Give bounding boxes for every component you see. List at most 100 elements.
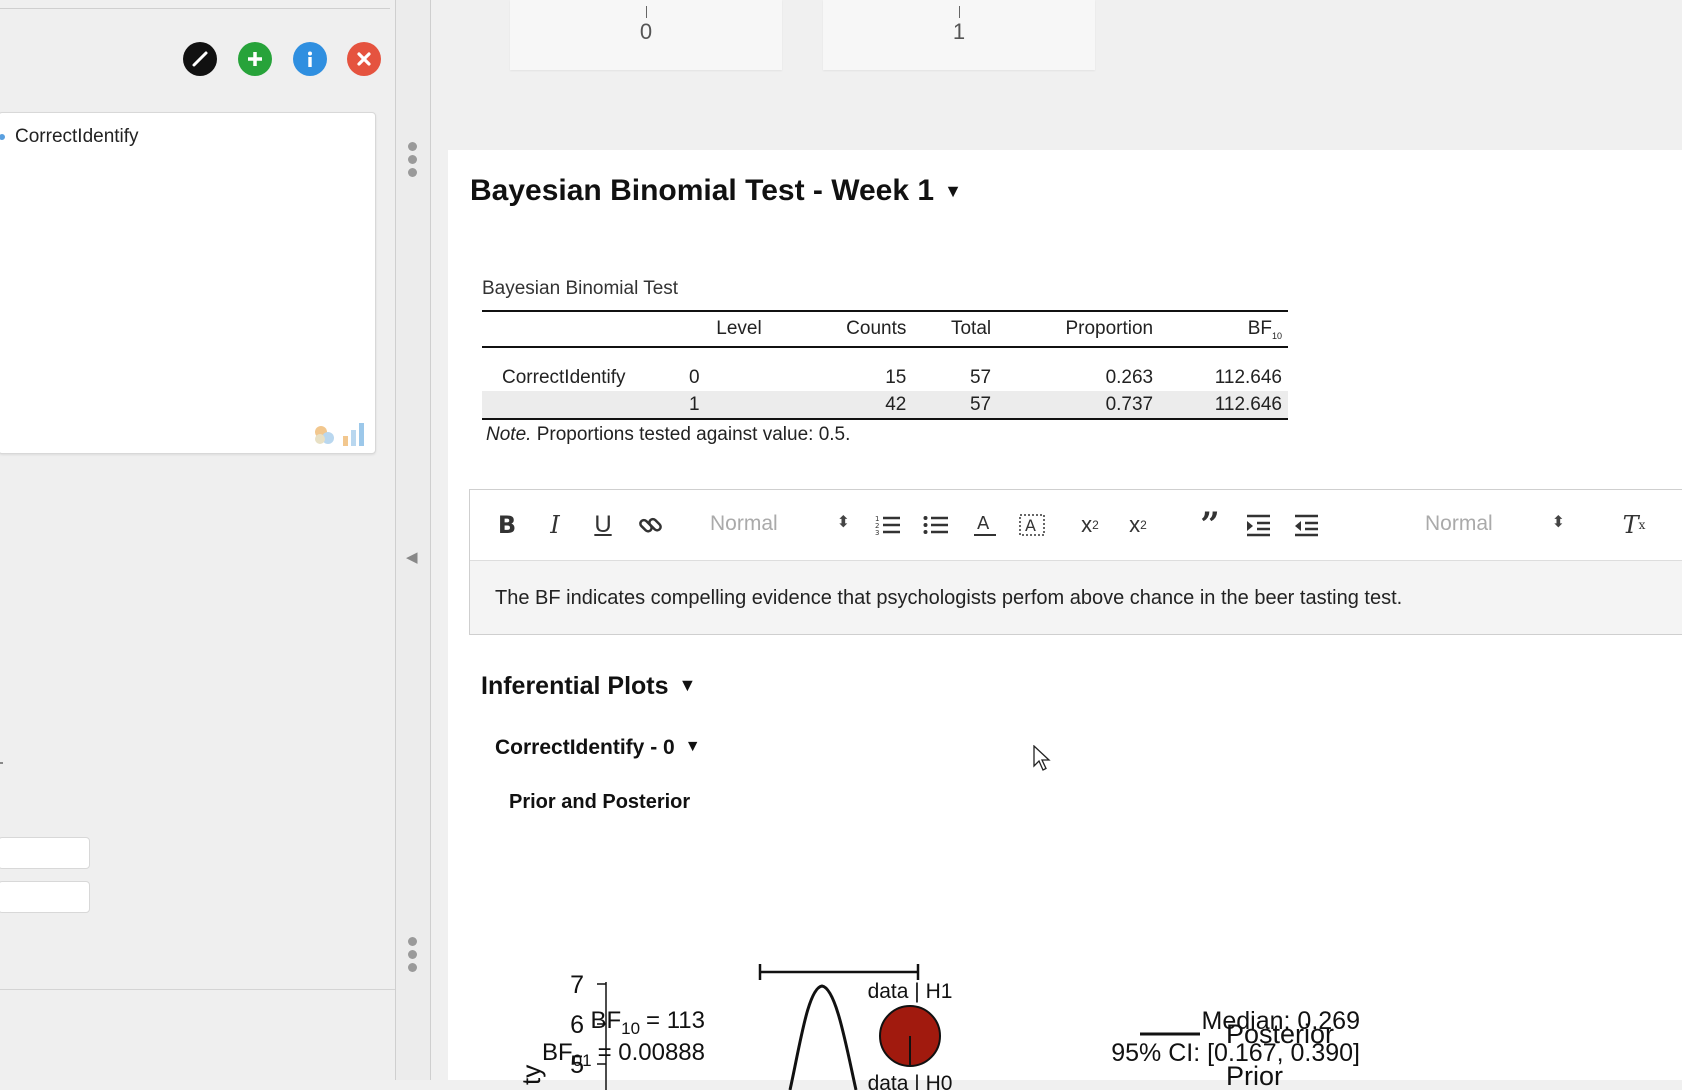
legend-prior-label: Prior — [1226, 1061, 1283, 1090]
subsection-title[interactable]: CorrectIdentify - 0 ▼ — [495, 736, 701, 760]
pencil-icon — [192, 51, 208, 67]
table-note: Note. Proportions tested against value: … — [482, 424, 1288, 446]
density-plot: 7 6 5 ty Posterior Prior — [516, 964, 1334, 1090]
superscript-icon[interactable]: x2 — [1118, 510, 1158, 540]
note-label: Note. — [486, 424, 532, 445]
y-axis-label: ty — [516, 1065, 546, 1085]
edit-button[interactable] — [183, 42, 217, 76]
results-area: 0 1 Bayesian Binomial Test - Week 1 ▼ Bay… — [431, 0, 1682, 1090]
column-header: Counts — [795, 310, 913, 348]
y-tick-label: 7 — [570, 971, 584, 999]
axis-tick-label: 1 — [952, 19, 966, 44]
table-cell: 15 — [885, 366, 907, 388]
font-size-select[interactable]: Normal ⬍ — [1425, 512, 1565, 538]
paragraph-style-select[interactable]: Normal ⬍ — [710, 512, 850, 538]
nominal-icon — [315, 426, 334, 444]
bf-label: BF — [1247, 317, 1272, 339]
divider — [0, 8, 390, 9]
panel-splitter[interactable]: ◀ — [395, 0, 431, 1080]
posterior-curve — [788, 984, 858, 1090]
table-cell: 0.737 — [997, 391, 1160, 420]
allowed-types — [313, 421, 367, 447]
select-arrows-icon: ⬍ — [1551, 514, 1565, 531]
histogram-tile: 1 — [823, 0, 1095, 70]
binomial-table: Level Counts Total Proportion BF10 Corre… — [482, 310, 1288, 420]
table-row: CorrectIdentify 0 15 57 0.263 112.646 — [482, 347, 1288, 391]
link-icon[interactable] — [636, 510, 666, 540]
ordinal-icon — [343, 423, 364, 446]
info-button[interactable] — [293, 42, 327, 76]
results-table: Bayesian Binomial Test Level Counts Tota… — [482, 278, 1288, 446]
dropdown-caret-icon[interactable]: ▼ — [944, 181, 962, 202]
table-cell: 57 — [912, 391, 998, 420]
text-color-icon[interactable]: A — [969, 510, 1001, 540]
column-header: Total — [912, 310, 998, 348]
quote-icon[interactable]: ” — [1194, 505, 1226, 545]
editor-toolbar: B I U Normal ⬍ 123 A A x 2 x 2 ” Normal … — [470, 490, 1682, 561]
table-cell: 112.646 — [1214, 366, 1282, 388]
table-cell: CorrectIdentify — [502, 366, 626, 388]
table-cell: 0 — [689, 366, 700, 388]
column-header — [482, 310, 683, 348]
option-field[interactable] — [0, 881, 90, 913]
table-cell: 42 — [795, 391, 913, 420]
svg-text:3: 3 — [875, 529, 879, 537]
axis-tick — [646, 6, 647, 18]
section-title-text: Inferential Plots — [481, 672, 669, 700]
table-cell: 1 — [683, 391, 795, 420]
ordered-list-icon[interactable]: 123 — [872, 510, 904, 540]
collapse-arrow-icon[interactable]: ◀ — [406, 548, 418, 566]
table-row: 1 42 57 0.737 112.646 — [482, 391, 1288, 420]
svg-text:A: A — [1025, 516, 1036, 535]
assigned-variables-box[interactable]: CorrectIdentify — [0, 112, 376, 454]
column-header: Level — [683, 310, 795, 348]
table-title: Bayesian Binomial Test — [482, 278, 679, 299]
bold-icon[interactable]: B — [492, 510, 522, 540]
analysis-title[interactable]: Bayesian Binomial Test - Week 1 ▼ — [470, 174, 962, 208]
table-cell: 0.263 — [1105, 366, 1154, 388]
table-cell — [482, 391, 683, 420]
table-cell: 57 — [969, 366, 992, 388]
note-text: Proportions tested against value: 0.5. — [531, 424, 851, 445]
clear-format-icon[interactable]: Tx — [1618, 510, 1650, 540]
legend-posterior-label: Posterior — [1226, 1019, 1334, 1049]
column-header-bf: BF10 — [1159, 310, 1288, 348]
divider — [0, 989, 395, 990]
close-button[interactable] — [347, 42, 381, 76]
note-editor[interactable]: B I U Normal ⬍ 123 A A x 2 x 2 ” Normal … — [469, 489, 1682, 635]
paragraph-style-value: Normal — [710, 512, 778, 535]
variable-item[interactable]: CorrectIdentify — [15, 126, 139, 148]
mouse-cursor-icon — [1033, 745, 1051, 771]
underline-icon[interactable]: U — [588, 510, 618, 540]
y-tick-label: 5 — [570, 1051, 584, 1079]
analysis-title-text: Bayesian Binomial Test - Week 1 — [470, 174, 935, 207]
variables-panel: CorrectIdentify — [0, 0, 395, 1080]
add-button[interactable] — [238, 42, 272, 76]
font-size-value: Normal — [1425, 512, 1493, 535]
drag-handle-icon[interactable] — [408, 142, 418, 181]
results-sheet: Bayesian Binomial Test - Week 1 ▼ Bayesia… — [448, 150, 1682, 1090]
subsection-title-text: CorrectIdentify - 0 — [495, 736, 675, 759]
background-color-icon[interactable]: A — [1016, 510, 1048, 540]
histogram-tile: 0 — [510, 0, 782, 70]
editor-text[interactable]: The BF indicates compelling evidence tha… — [495, 587, 1402, 610]
section-title[interactable]: Inferential Plots ▼ — [481, 672, 696, 701]
bullet-list-icon[interactable] — [920, 510, 952, 540]
axis-tick-label: 0 — [639, 19, 653, 44]
info-icon — [308, 51, 312, 67]
table-cell: 112.646 — [1159, 391, 1288, 420]
indent-icon[interactable] — [1242, 510, 1274, 540]
bf-subscript: 10 — [1271, 330, 1282, 341]
option-field[interactable] — [0, 837, 90, 869]
y-tick-label: 6 — [570, 1011, 584, 1039]
italic-icon[interactable]: I — [540, 510, 570, 540]
variable-type-icon — [0, 134, 5, 140]
subscript-icon[interactable]: x2 — [1070, 510, 1110, 540]
drag-handle-icon[interactable] — [408, 937, 418, 976]
svg-text:A: A — [977, 513, 990, 534]
dropdown-caret-icon[interactable]: ▼ — [685, 738, 701, 756]
dropdown-caret-icon[interactable]: ▼ — [679, 675, 697, 696]
divider — [0, 762, 3, 764]
plus-icon — [248, 52, 262, 66]
outdent-icon[interactable] — [1290, 510, 1322, 540]
